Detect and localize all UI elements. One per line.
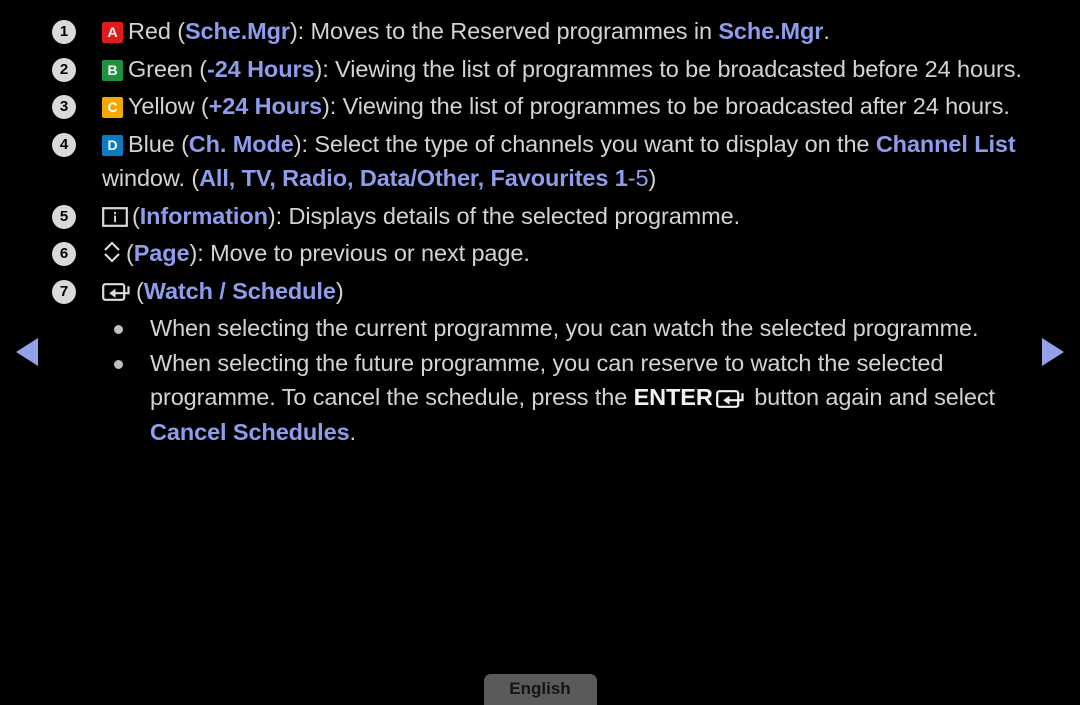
item-body: B Green (-24 Hours): Viewing the list of … — [102, 52, 1038, 87]
body-text: . — [823, 18, 830, 44]
item-number-badge: 6 — [52, 242, 76, 266]
item-number-badge: 1 — [52, 20, 76, 44]
emphasis-text: Sche.Mgr — [184, 18, 290, 44]
help-item: 1 A Red (Sche.Mgr): Moves to the Reserved … — [52, 14, 1038, 49]
body-text: Red ( — [128, 18, 185, 44]
enter-key-icon — [715, 389, 746, 409]
emphasis-text: -5 — [627, 165, 649, 191]
emphasis-text: Page — [133, 240, 190, 266]
body-text: ) — [335, 277, 344, 304]
body-text: Green ( — [128, 55, 207, 82]
bullet-text: When selecting the future programme, you… — [150, 346, 1038, 450]
help-content-list: 1 A Red (Sche.Mgr): Moves to the Reserved … — [52, 14, 1038, 449]
body-text: ( — [126, 240, 134, 266]
body-text: window. ( — [102, 165, 200, 191]
list-item: When selecting the current programme, yo… — [52, 311, 1038, 346]
item-body: (Information): Displays details of the s… — [102, 199, 1038, 234]
item-body: (Watch / Schedule) — [102, 274, 1038, 309]
item-number-badge: 2 — [52, 57, 76, 82]
body-text: button again and select — [747, 384, 995, 410]
item-number-badge: 4 — [52, 132, 76, 157]
emphasis-text: Channel List — [875, 130, 1016, 157]
body-text: ): Moves to the Reserved programmes in — [289, 18, 719, 44]
emphasis-text: Watch / Schedule — [143, 277, 336, 304]
enter-key-icon — [102, 282, 132, 302]
body-text: Yellow ( — [128, 93, 209, 119]
body-text: ): Viewing the list of programmes to be … — [322, 93, 1010, 119]
emphasis-text: Information — [139, 202, 268, 229]
help-item: 5 (Information): Displays details of the … — [52, 199, 1038, 234]
body-text: ( — [136, 277, 144, 304]
body-text: ) — [648, 165, 657, 191]
body-text: ): Viewing the list of programmes to be … — [314, 55, 1022, 82]
item-body: C Yellow (+24 Hours): Viewing the list of… — [102, 89, 1038, 124]
help-item: 2 B Green (-24 Hours): Viewing the list of… — [52, 52, 1038, 87]
emphasis-text: +24 Hours — [208, 93, 323, 119]
bullet-dot-icon — [114, 325, 123, 334]
help-item: 3 C Yellow (+24 Hours): Viewing the list o… — [52, 89, 1038, 124]
emphasis-text: Ch. Mode — [188, 130, 294, 157]
body-text: ): Displays details of the selected prog… — [267, 202, 741, 229]
body-text: When selecting the current programme, yo… — [150, 315, 979, 341]
help-item: 4 D Blue (Ch. Mode): Select the type of ch… — [52, 127, 1038, 196]
item-body: (Page): Move to previous or next page. — [102, 236, 1038, 271]
item-body: D Blue (Ch. Mode): Select the type of cha… — [102, 127, 1038, 196]
language-bar: English — [0, 669, 1080, 705]
help-item: 6 (Page): Move to previous or next page. — [52, 236, 1038, 271]
bullet-dot-icon — [114, 359, 123, 369]
body-text: Blue ( — [128, 130, 189, 157]
item-number-badge: 5 — [52, 204, 76, 229]
body-text: ( — [132, 202, 140, 229]
emphasis-text: -24 Hours — [206, 55, 315, 82]
colour-key-blue-icon: D — [102, 134, 123, 156]
list-item: When selecting the future programme, you… — [52, 346, 1038, 450]
emphasis-text: All, TV, Radio, Data/Other, Favourites 1 — [199, 165, 628, 191]
next-page-arrow[interactable] — [1042, 338, 1064, 366]
sub-bullet-list: When selecting the current programme, yo… — [52, 311, 1038, 449]
bullet-text: When selecting the current programme, yo… — [150, 311, 1038, 346]
information-icon — [102, 206, 128, 227]
language-chip[interactable]: English — [483, 674, 597, 705]
emphasis-text: ENTER — [633, 384, 713, 410]
colour-key-yellow-icon: C — [102, 97, 123, 118]
body-text: ): Select the type of channels you want … — [293, 130, 876, 157]
emphasis-text: Cancel Schedules — [150, 418, 350, 445]
item-body: A Red (Sche.Mgr): Moves to the Reserved p… — [102, 14, 1038, 49]
colour-key-red-icon: A — [102, 22, 123, 43]
colour-key-green-icon: B — [102, 59, 123, 81]
help-item: 7 (Watch / Schedule) — [52, 274, 1038, 309]
prev-page-arrow[interactable] — [16, 338, 38, 366]
item-number-badge: 3 — [52, 95, 76, 119]
emphasis-text: Sche.Mgr — [718, 18, 824, 44]
body-text: ): Move to previous or next page. — [189, 240, 530, 266]
body-text: . — [349, 418, 357, 445]
item-number-badge: 7 — [52, 279, 76, 304]
up-down-chevron-icon — [102, 240, 122, 264]
